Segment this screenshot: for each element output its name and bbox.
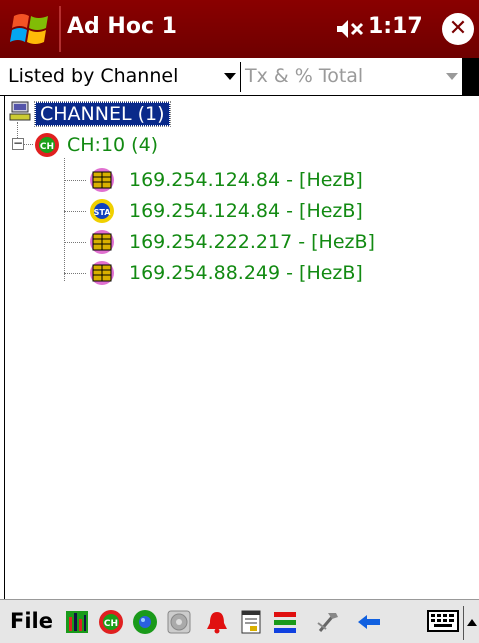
tree-item-node[interactable]: 169.254.88.249 - [HezB]	[129, 259, 363, 287]
station-icon: STA	[90, 199, 114, 223]
tree-item-node[interactable]: 169.254.124.84 - [HezB]	[129, 197, 363, 225]
scroll-edge	[462, 58, 479, 96]
bell-icon[interactable]	[204, 609, 230, 635]
speaker-muted-icon[interactable]	[336, 18, 364, 40]
view-mode-dropdown[interactable]: Listed by Channel	[4, 62, 240, 92]
windows-flag-icon[interactable]	[10, 10, 52, 48]
node-label: 169.254.222.217 - [HezB]	[129, 231, 375, 253]
tree-connector	[64, 180, 86, 181]
title-bar: Ad Hoc 1 1:17 ✕	[0, 0, 479, 58]
back-arrow-icon[interactable]	[356, 609, 382, 635]
channel-icon: CH	[35, 133, 59, 157]
bottom-toolbar: File CH	[0, 599, 479, 643]
globe-icon[interactable]	[132, 609, 158, 635]
tree-root[interactable]: CHANNEL (1)	[34, 100, 171, 128]
node-label: 169.254.124.84 - [HezB]	[129, 169, 363, 191]
tools-icon[interactable]	[314, 609, 340, 635]
network-icon	[9, 101, 31, 121]
metric-value: Tx & % Total	[245, 65, 364, 87]
adhoc-node-icon	[90, 168, 114, 192]
svg-text:STA: STA	[94, 208, 112, 217]
tree-connector	[64, 273, 86, 274]
chevron-down-icon	[224, 73, 236, 80]
disk-icon[interactable]	[166, 609, 192, 635]
adhoc-node-icon	[90, 230, 114, 254]
title-separator	[59, 6, 61, 52]
filter-bar: Listed by Channel Tx & % Total	[0, 58, 479, 96]
tree-connector	[64, 242, 86, 243]
tree-item-channel[interactable]: CH:10 (4)	[67, 131, 158, 159]
clock[interactable]: 1:17	[368, 14, 423, 39]
svg-text:CH: CH	[40, 142, 54, 152]
input-panel-arrow[interactable]	[463, 606, 479, 640]
metric-dropdown[interactable]: Tx & % Total	[240, 62, 462, 92]
tree-connector	[64, 211, 86, 212]
chevron-down-icon	[446, 73, 458, 80]
view-mode-value: Listed by Channel	[8, 65, 179, 87]
file-menu[interactable]: File	[10, 609, 53, 633]
collapse-toggle[interactable]: −	[12, 137, 24, 150]
tree-connector	[23, 144, 33, 145]
tree-item-node[interactable]: 169.254.222.217 - [HezB]	[129, 228, 375, 256]
node-label: 169.254.124.84 - [HezB]	[129, 200, 363, 222]
adhoc-node-icon	[90, 261, 114, 285]
tree-connector	[64, 158, 65, 281]
tree-root-label: CHANNEL (1)	[34, 101, 171, 127]
node-label: 169.254.88.249 - [HezB]	[129, 262, 363, 284]
keyboard-icon[interactable]	[427, 608, 459, 634]
channel-icon[interactable]: CH	[98, 609, 124, 635]
channel-tree[interactable]: CHANNEL (1) − CH CH:10 (4) 169.254.124.8…	[4, 96, 479, 599]
color-bars-icon[interactable]	[272, 609, 298, 635]
close-button[interactable]: ✕	[442, 13, 474, 45]
window-title: Ad Hoc 1	[67, 14, 177, 39]
svg-text:CH: CH	[104, 619, 118, 629]
channel-label: CH:10 (4)	[67, 134, 159, 156]
notepad-icon[interactable]	[238, 609, 264, 635]
bar-chart-icon[interactable]	[64, 609, 90, 635]
tree-item-node[interactable]: 169.254.124.84 - [HezB]	[129, 166, 363, 194]
